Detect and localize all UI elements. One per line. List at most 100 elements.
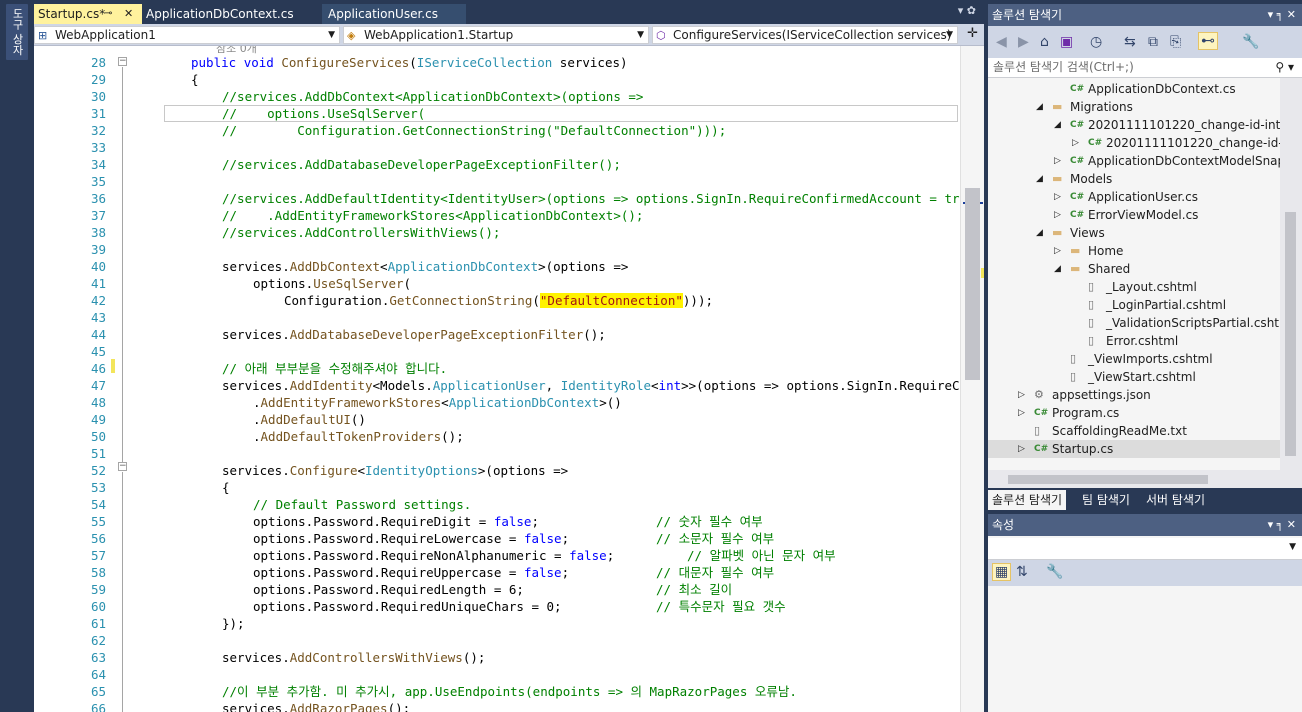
keyword: int [658, 378, 682, 393]
code-line-44: services.AddDatabaseDeveloperPageExcepti… [222, 326, 606, 343]
code-line-41: options.UseSqlServer( [253, 275, 411, 292]
collapsed-chevron-icon[interactable]: ▷ [1054, 206, 1061, 224]
tree-item-label: 20201111101220_change-id-int32.cs [1088, 118, 1280, 132]
preview-selected-icon[interactable]: ⊷ [1198, 32, 1218, 50]
pending-changes-icon[interactable]: ◷ [1090, 34, 1102, 50]
show-all-files-icon[interactable]: ⎘ [1170, 34, 1181, 50]
code-line-65: //이 부분 추가함. 미 추가시, app.UseEndpoints(endp… [222, 684, 797, 699]
search-icon[interactable]: ⚲ ▾ [1275, 58, 1294, 77]
scroll-thumb[interactable] [1285, 212, 1296, 456]
method-name: GetConnectionString [389, 293, 533, 308]
expanded-chevron-icon[interactable]: ◢ [1054, 260, 1061, 278]
tree-item[interactable]: ▷ ▬ Home [988, 242, 1280, 260]
tree-item[interactable]: ▯ _ViewStart.cshtml [988, 368, 1280, 386]
tree-item[interactable]: ▯ Error.cshtml [988, 332, 1280, 350]
categorized-icon[interactable]: ▦ [992, 563, 1012, 581]
csharp-file-icon: C# [1070, 156, 1085, 166]
tree-item[interactable]: ▷ C# Program.cs [988, 404, 1280, 422]
tree-item[interactable]: ◢ ▬ Views [988, 224, 1280, 242]
collapsed-chevron-icon[interactable]: ▷ [1072, 134, 1079, 152]
type-name: ApplicationDbContext [448, 395, 600, 410]
code-text: (); [583, 327, 606, 342]
back-icon[interactable]: ◀ [996, 34, 1007, 50]
tree-item[interactable]: ▷ C# Startup.cs [988, 440, 1280, 458]
tree-item[interactable]: C# ApplicationDbContext.cs [988, 80, 1280, 98]
collapsed-chevron-icon[interactable]: ▷ [1018, 440, 1025, 458]
window-controls-icon[interactable]: ▾ ╕ ✕ [1268, 514, 1296, 536]
tab-server-explorer[interactable]: 서버 탐색기 [1142, 490, 1209, 510]
tree-item[interactable]: ▷ C#ApplicationDbContextModelSnapshot.cs [988, 152, 1280, 170]
tree-item-label: ApplicationDbContextModelSnapshot.cs [1088, 154, 1280, 168]
close-icon[interactable]: ✕ [124, 4, 133, 24]
collapse-icon[interactable]: − [118, 57, 127, 66]
project-dropdown[interactable]: ⊞ WebApplication1 ▼ [34, 26, 340, 44]
collapse-icon[interactable]: − [118, 462, 127, 471]
window-controls-icon[interactable]: ▾ ╕ ✕ [1268, 4, 1296, 26]
expanded-chevron-icon[interactable]: ◢ [1036, 224, 1043, 242]
vs-switch-views-icon[interactable]: ▣ [1060, 34, 1073, 50]
scroll-thumb[interactable] [1008, 475, 1208, 484]
line-number: 51 [90, 446, 106, 461]
tree-item[interactable]: ▷ ⚙ appsettings.json [988, 386, 1280, 404]
properties-object-select[interactable]: ▼ [988, 538, 1302, 560]
editor-vertical-scrollbar[interactable] [960, 46, 985, 712]
tab-startup-cs[interactable]: Startup.cs* ⊸ ✕ [34, 4, 142, 24]
properties-wrench-icon[interactable]: 🔧 [1242, 34, 1259, 50]
tree-item-label: Views [1070, 226, 1105, 240]
tree-item[interactable]: ◢ ▬ Migrations [988, 98, 1280, 116]
type-name: ApplicationDbContext [387, 259, 539, 274]
tree-item[interactable]: ▷ C#20201111101220_change-id-int32.Design… [988, 134, 1280, 152]
tree-item[interactable]: ▯ _ViewImports.cshtml [988, 350, 1280, 368]
line-number: 61 [90, 616, 106, 631]
tab-applicationuser-cs[interactable]: ApplicationUser.cs [322, 4, 466, 24]
panel-title-text: 속성 [992, 518, 1015, 532]
expanded-chevron-icon[interactable]: ◢ [1036, 98, 1043, 116]
tree-item[interactable]: ▯ _ValidationScriptsPartial.cshtml [988, 314, 1280, 332]
member-dropdown[interactable]: ⬡ ConfigureServices(IServiceCollection s… [652, 26, 958, 44]
class-dropdown[interactable]: ◈ WebApplication1.Startup ▼ [343, 26, 649, 44]
scroll-thumb[interactable] [965, 188, 980, 380]
tree-item[interactable]: ▯ _Layout.cshtml [988, 278, 1280, 296]
line-number: 66 [90, 701, 106, 712]
collapse-all-icon[interactable]: ⧉ [1148, 34, 1158, 50]
code-text: ( [403, 276, 412, 291]
code-line-38: //services.AddControllersWithViews(); [222, 225, 501, 240]
tree-item[interactable]: ◢ ▬ Shared [988, 260, 1280, 278]
string-literal: "DefaultConnection" [539, 293, 683, 308]
split-editor-icon[interactable]: ✛ [967, 26, 978, 41]
tab-team-explorer[interactable]: 팀 탐색기 [1078, 490, 1134, 510]
collapsed-chevron-icon[interactable]: ▷ [1054, 188, 1061, 206]
csharp-file-icon: C# [1034, 408, 1049, 418]
tree-item[interactable]: ◢ C#20201111101220_change-id-int32.cs [988, 116, 1280, 134]
tree-vertical-scrollbar[interactable] [1280, 78, 1302, 470]
sync-icon[interactable]: ⇆ [1124, 34, 1136, 50]
toolbox-tab[interactable]: 도구 상자 [6, 4, 28, 60]
collapsed-chevron-icon[interactable]: ▷ [1018, 386, 1025, 404]
line-number: 38 [90, 225, 106, 240]
tab-applicationdbcontext-cs[interactable]: ApplicationDbContext.cs [142, 4, 322, 24]
tab-overflow-icon[interactable]: ▾ ✿ [958, 4, 976, 17]
code-editor[interactable]: 참조 0개 28 29 30 31 32 33 34 35 36 37 38 39 40 41 42 43 44… [34, 46, 984, 712]
csharp-file-icon: C# [1070, 84, 1085, 94]
collapsed-chevron-icon[interactable]: ▷ [1018, 404, 1025, 422]
tree-horizontal-scrollbar[interactable] [988, 470, 1302, 488]
tree-item[interactable]: ▷ C# ErrorViewModel.cs [988, 206, 1280, 224]
home-icon[interactable]: ⌂ [1040, 34, 1049, 50]
tree-item[interactable]: ▷ C# ApplicationUser.cs [988, 188, 1280, 206]
tree-item-label: _ViewImports.cshtml [1088, 352, 1213, 366]
alphabetical-icon[interactable]: ⇅ [1016, 564, 1028, 580]
tree-item[interactable]: ◢ ▬ Models [988, 170, 1280, 188]
collapsed-chevron-icon[interactable]: ▷ [1054, 242, 1061, 260]
expanded-chevron-icon[interactable]: ◢ [1054, 116, 1061, 134]
properties-wrench-icon[interactable]: 🔧 [1046, 564, 1063, 580]
tree-item[interactable]: ▯ _LoginPartial.cshtml [988, 296, 1280, 314]
solution-search-input[interactable]: 솔루션 탐색기 검색(Ctrl+;) ⚲ ▾ [988, 58, 1302, 78]
expanded-chevron-icon[interactable]: ◢ [1036, 170, 1043, 188]
tree-item[interactable]: ▯ ScaffoldingReadMe.txt [988, 422, 1280, 440]
collapsed-chevron-icon[interactable]: ▷ [1054, 152, 1061, 170]
properties-panel: 속성 ▾ ╕ ✕ ▼ ▦ ⇅ 🔧 [988, 514, 1302, 712]
forward-icon[interactable]: ▶ [1018, 34, 1029, 50]
tab-solution-explorer[interactable]: 솔루션 탐색기 [988, 490, 1067, 510]
pin-icon[interactable]: ⊸ [104, 4, 112, 24]
line-number: 62 [90, 633, 106, 648]
